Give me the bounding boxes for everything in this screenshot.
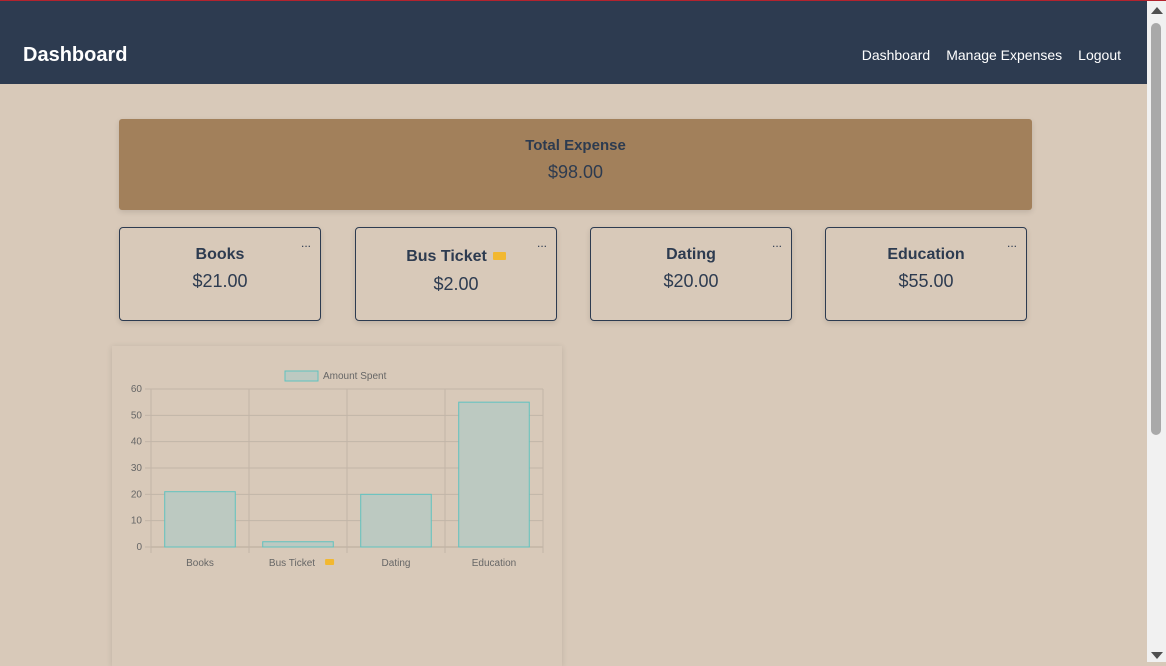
nav-link-logout[interactable]: Logout	[1078, 47, 1121, 63]
nav-links: Dashboard Manage Expenses Logout	[862, 47, 1121, 63]
y-tick-label: 20	[131, 489, 143, 500]
x-tick-label: Education	[472, 558, 516, 569]
bar-dating	[360, 493, 432, 548]
scroll-up-icon[interactable]	[1151, 7, 1163, 14]
expense-bar-chart: Amount Spent 0 10 20 30 40 50 60 Books Bus Ticket…	[131, 370, 544, 569]
category-amount: $21.00	[192, 271, 248, 291]
legend-label: Amount Spent	[323, 371, 387, 382]
y-tick-label: 30	[131, 463, 143, 474]
bar-education	[458, 401, 530, 548]
nav-link-dashboard[interactable]: Dashboard	[862, 47, 931, 63]
category-card-education: ... Education $55.00	[825, 227, 1027, 321]
category-name: Books	[195, 246, 245, 263]
category-card-bus-ticket: ... Bus Ticket $2.00	[355, 227, 557, 321]
category-name-row: Bus Ticket	[356, 248, 556, 266]
y-tick-label: 50	[131, 410, 143, 421]
total-expense-value: $98.00	[547, 162, 604, 182]
total-expense-card: Total Expense $98.00	[119, 119, 1032, 210]
ticket-icon	[325, 559, 335, 565]
category-card-dating: ... Dating $20.00	[590, 227, 792, 321]
legend-swatch	[284, 370, 319, 382]
scrollbar[interactable]	[1147, 1, 1166, 662]
scroll-thumb[interactable]	[1151, 23, 1161, 435]
nav-link-manage-expenses[interactable]: Manage Expenses	[946, 47, 1062, 63]
total-expense-label: Total Expense	[525, 137, 626, 154]
ticket-icon	[492, 251, 506, 260]
navbar: Dashboard Dashboard Manage Expenses Logo…	[0, 1, 1147, 84]
x-tick-label: Books	[186, 558, 214, 569]
category-name: Bus Ticket	[406, 248, 487, 265]
category-amount: $20.00	[663, 271, 719, 291]
category-card-books: ... Books $21.00	[119, 227, 321, 321]
y-tick-label: 0	[136, 542, 142, 553]
y-tick-label: 40	[131, 437, 143, 448]
x-tick-label: Bus Ticket	[269, 558, 315, 569]
category-name: Education	[887, 246, 965, 263]
x-tick-label: Dating	[382, 558, 411, 569]
brand-title[interactable]: Dashboard	[23, 44, 127, 67]
bar-bus-ticket	[262, 541, 334, 548]
y-tick-label: 10	[131, 516, 143, 527]
chart-panel: Amount Spent 0 10 20 30 40 50 60 Books Bus Ticket…	[112, 346, 562, 666]
y-tick-label: 60	[131, 384, 143, 395]
category-amount: $55.00	[898, 271, 954, 291]
scroll-down-icon[interactable]	[1151, 652, 1163, 659]
bar-books	[164, 491, 236, 548]
category-amount: $2.00	[433, 274, 479, 294]
category-name: Dating	[666, 246, 716, 263]
